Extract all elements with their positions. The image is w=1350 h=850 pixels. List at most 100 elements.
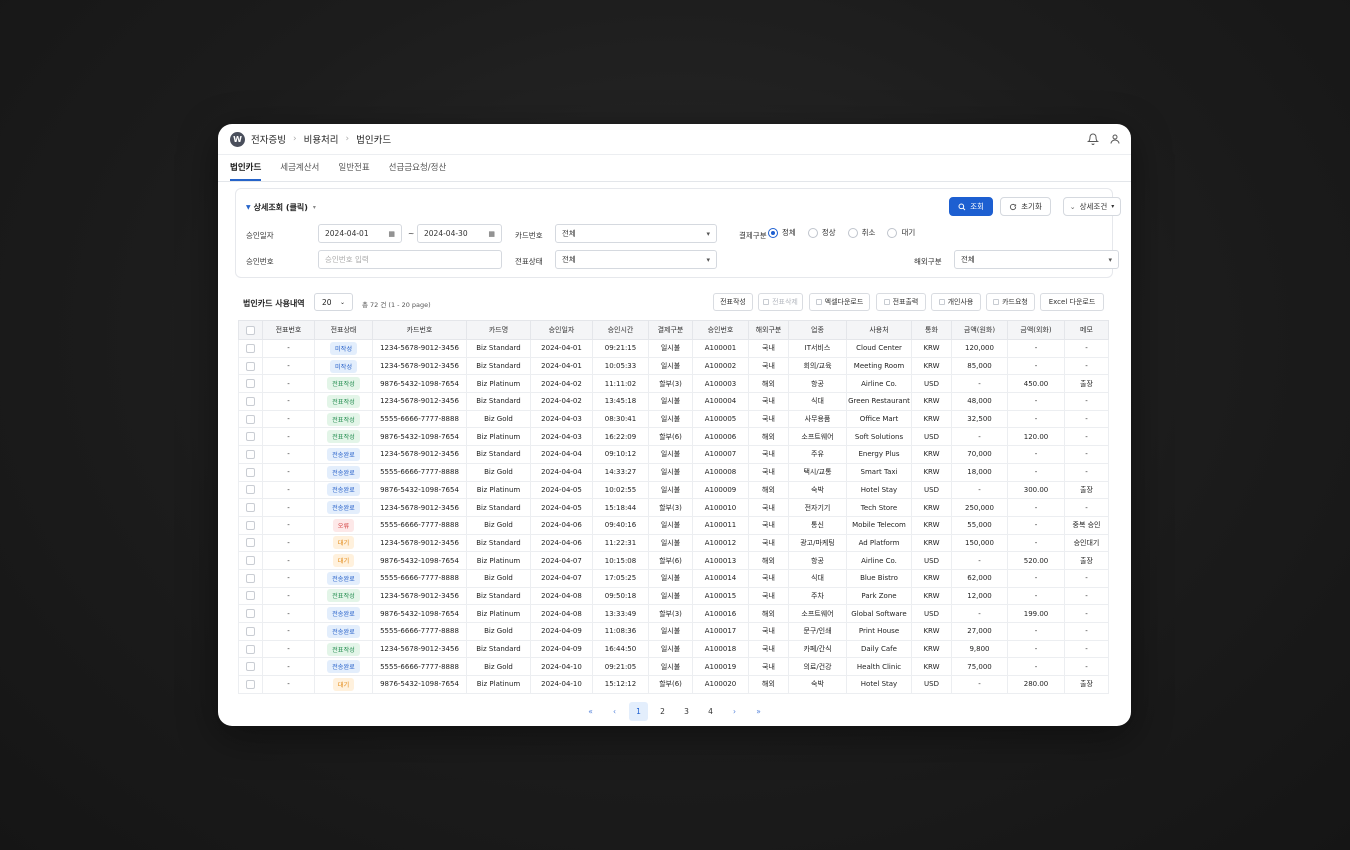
row-checkbox[interactable] [246, 467, 255, 477]
excel-download-button[interactable]: Excel 다운로드 [1040, 293, 1104, 311]
row-checkbox[interactable] [246, 609, 255, 619]
table-row[interactable]: - 전송완료 1234-5678-9012-3456 Biz Standard 2024… [238, 445, 1109, 464]
row-checkbox[interactable] [246, 485, 255, 495]
page-size-select[interactable]: 20 ⌄ [314, 293, 353, 311]
calendar-icon[interactable]: ▦ [488, 230, 495, 238]
table-row[interactable]: - 대기 9876-5432-1098-7654 Biz Platinum 2024-0… [238, 551, 1109, 570]
tab-general-slip[interactable]: 일반전표 [338, 161, 369, 181]
first-page-button[interactable]: « [581, 702, 600, 721]
table-cell: 할부(3) [648, 604, 693, 623]
radio-pending[interactable]: 대기 [887, 227, 915, 238]
breadcrumb-item-3: 법인카드 [356, 135, 392, 146]
tab-corporate-card[interactable]: 법인카드 [230, 161, 262, 181]
row-checkbox[interactable] [246, 662, 255, 672]
date-from-input[interactable]: 2024-04-01 ▦ [318, 224, 402, 243]
approval-no-input[interactable]: 승인번호 입력 [318, 250, 502, 269]
card-usage-table: 전표번호 전표상태 카드번호 카드명 승인일자 승인시간 결제구분 승인번호 해외구분 업종 사용처… [238, 320, 1109, 694]
table-cell: 1234-5678-9012-3456 [372, 498, 467, 517]
detail-condition-button[interactable]: ⌄ 상세조건 ▾ [1063, 197, 1121, 216]
row-checkbox[interactable] [246, 503, 255, 513]
delete-slip-button[interactable]: 전표삭제 [758, 293, 803, 311]
row-checkbox[interactable] [246, 573, 255, 583]
table-cell: 2024-04-08 [530, 586, 593, 606]
table-row[interactable]: - 전표작성 1234-5678-9012-3456 Biz Standard 2024… [238, 392, 1109, 411]
table-row[interactable]: - 미작성 1234-5678-9012-3456 Biz Standard 2024-… [238, 356, 1109, 376]
table-row[interactable]: - 전송완료 9876-5432-1098-7654 Biz Platinum 2024… [238, 480, 1109, 500]
table-cell: - [262, 515, 315, 535]
row-checkbox[interactable] [246, 379, 255, 389]
row-checkbox[interactable] [246, 538, 255, 548]
select-all-checkbox[interactable] [246, 325, 255, 335]
slip-status-label: 전표상태 [515, 257, 543, 266]
bell-icon[interactable] [1087, 133, 1099, 145]
table-row[interactable]: - 대기 9876-5432-1098-7654 Biz Platinum 2024-0… [238, 675, 1109, 694]
table-cell: 국내 [748, 356, 789, 376]
user-icon[interactable] [1109, 133, 1121, 145]
table-row[interactable]: - 전송완료 5555-6666-7777-8888 Biz Gold 2024-04-… [238, 462, 1109, 482]
row-checkbox[interactable] [246, 449, 255, 459]
row-checkbox[interactable] [246, 361, 255, 371]
tab-advance-payment[interactable]: 선급금요청/정산 [389, 161, 447, 181]
prev-page-button[interactable]: ‹ [605, 702, 624, 721]
radio-cancel[interactable]: 취소 [847, 227, 875, 238]
card-no-select[interactable]: 전체 ▾ [555, 224, 717, 243]
next-page-button[interactable]: › [725, 702, 744, 721]
table-cell: - [1007, 657, 1065, 677]
table-row[interactable]: - 전표작성 9876-5432-1098-7654 Biz Platinum 2024… [238, 427, 1109, 447]
row-checkbox[interactable] [246, 520, 255, 530]
table-row[interactable]: - 전송완료 1234-5678-9012-3456 Biz Standard 2024… [238, 498, 1109, 517]
breadcrumb-item-1[interactable]: 전자증빙 [251, 132, 286, 146]
table-row[interactable]: - 전송완료 9876-5432-1098-7654 Biz Platinum 2024… [238, 604, 1109, 623]
table-cell: 승인대기 [1064, 533, 1109, 553]
table-cell: - [262, 498, 315, 517]
table-cell: - [1064, 586, 1109, 606]
filter-toggle[interactable]: ▼ 상세조회 (클릭) ▾ [246, 202, 316, 213]
table-cell: 5555-6666-7777-8888 [372, 409, 467, 429]
row-checkbox[interactable] [246, 644, 255, 654]
date-to-input[interactable]: 2024-04-30 ▦ [417, 224, 502, 243]
row-checkbox[interactable] [246, 556, 255, 566]
slip-status-select[interactable]: 전체 ▾ [555, 250, 717, 269]
search-button[interactable]: 조회 [949, 197, 993, 216]
page-1-button[interactable]: 1 [629, 702, 648, 721]
caret-down-icon: ▾ [1108, 255, 1112, 264]
row-checkbox[interactable] [246, 432, 255, 442]
table-row[interactable]: - 전표작성 5555-6666-7777-8888 Biz Gold 2024-04-… [238, 409, 1109, 429]
reset-button[interactable]: 초기화 [1000, 197, 1051, 216]
row-checkbox[interactable] [246, 679, 255, 689]
page-4-button[interactable]: 4 [701, 702, 720, 721]
table-row[interactable]: - 전송완료 5555-6666-7777-8888 Biz Gold 2024-04-… [238, 622, 1109, 641]
table-cell: - [262, 427, 315, 447]
table-row[interactable]: - 전표작성 9876-5432-1098-7654 Biz Platinum 2024… [238, 374, 1109, 394]
row-checkbox[interactable] [246, 414, 255, 424]
overseas-select[interactable]: 전체 ▾ [954, 250, 1119, 269]
last-page-button[interactable]: » [749, 702, 768, 721]
row-checkbox[interactable] [246, 396, 255, 406]
table-row[interactable]: - 대기 1234-5678-9012-3456 Biz Standard 2024-0… [238, 533, 1109, 553]
breadcrumb-item-2[interactable]: 비용처리 [304, 132, 339, 146]
row-checkbox[interactable] [246, 591, 255, 601]
table-row[interactable]: - 전송완료 5555-6666-7777-8888 Biz Gold 2024-04-… [238, 568, 1109, 588]
row-checkbox[interactable] [246, 626, 255, 636]
table-row[interactable]: - 전송완료 5555-6666-7777-8888 Biz Gold 2024-04-… [238, 657, 1109, 677]
radio-normal[interactable]: 정상 [807, 227, 836, 238]
card-request-button[interactable]: 카드요청 [986, 293, 1035, 311]
table-row[interactable]: - 오류 5555-6666-7777-8888 Biz Gold 2024-04-06… [238, 515, 1109, 535]
table-cell: 2024-04-10 [530, 675, 593, 694]
table-row[interactable]: - 전표작성 1234-5678-9012-3456 Biz Standard 2024… [238, 639, 1109, 659]
row-checkbox[interactable] [246, 343, 255, 353]
print-slip-button[interactable]: 전표출력 [876, 293, 926, 311]
personal-use-button[interactable]: 개인사용 [931, 293, 981, 311]
excel-download-kr-button[interactable]: 엑셀다운로드 [809, 293, 870, 311]
table-cell: 11:11:02 [592, 374, 649, 394]
page-3-button[interactable]: 3 [677, 702, 696, 721]
create-slip-button[interactable]: 전표작성 [713, 293, 753, 311]
table-cell: 미작성 [314, 339, 373, 358]
table-row[interactable]: - 미작성 1234-5678-9012-3456 Biz Standard 2024-… [238, 339, 1109, 358]
calendar-icon[interactable]: ▦ [388, 230, 395, 238]
tab-tax-invoice[interactable]: 세금계산서 [280, 161, 319, 181]
page-2-button[interactable]: 2 [653, 702, 672, 721]
table-row[interactable]: - 전표작성 1234-5678-9012-3456 Biz Standard 2024… [238, 586, 1109, 606]
table-cell: 11:08:36 [592, 622, 649, 641]
radio-all[interactable]: 정체 [768, 227, 796, 238]
